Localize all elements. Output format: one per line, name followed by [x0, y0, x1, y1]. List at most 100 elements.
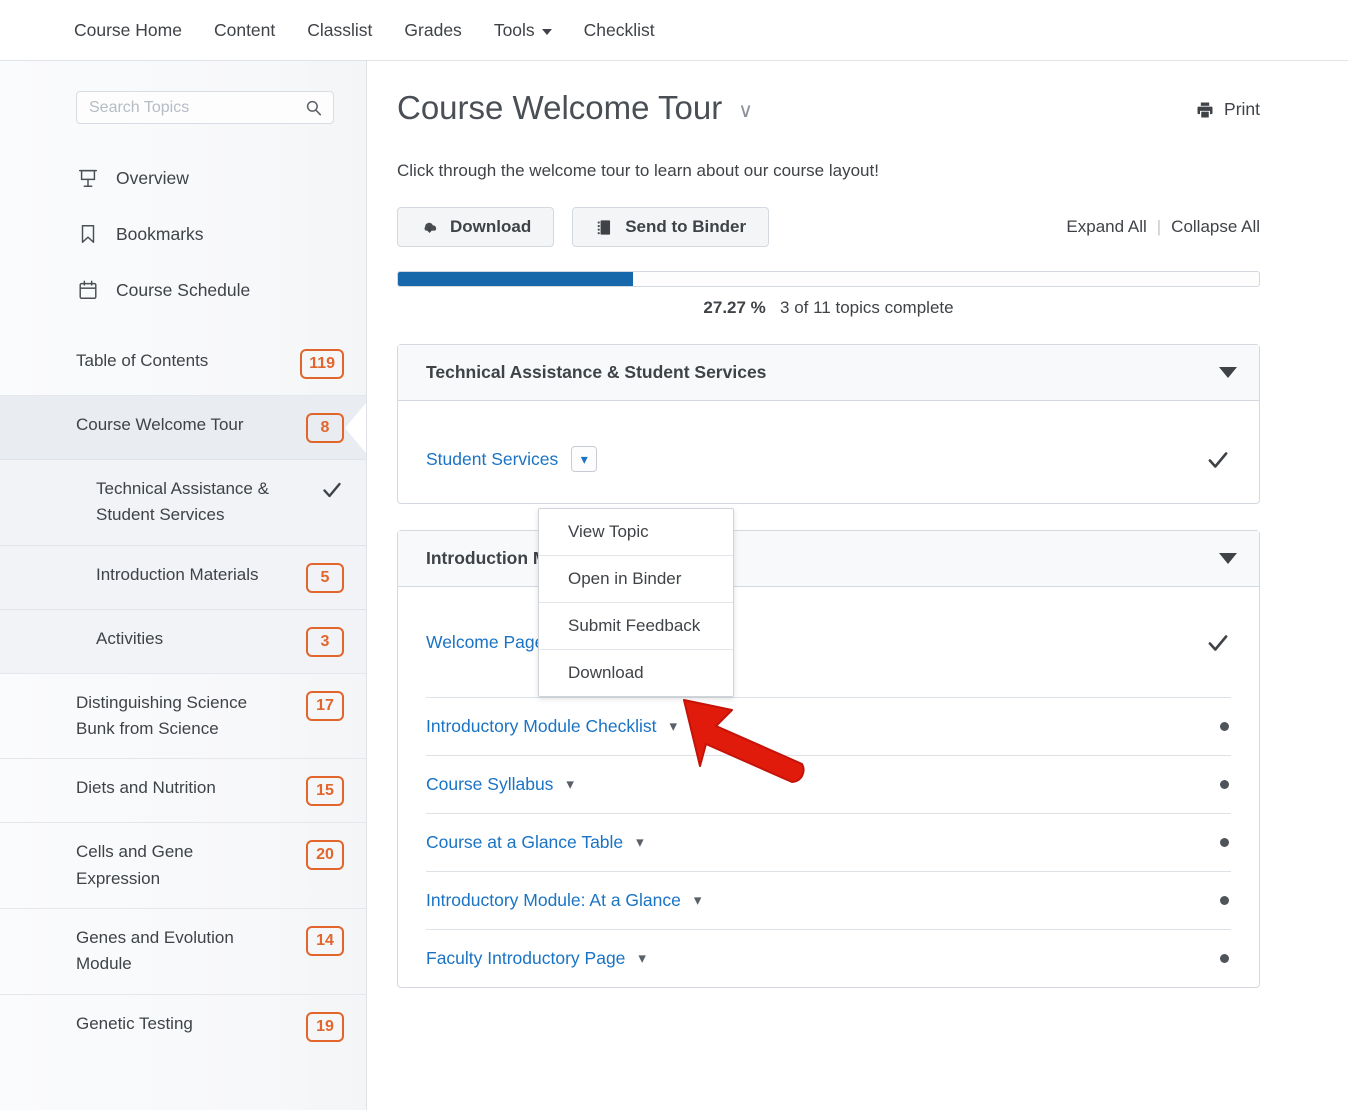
topic-left: Course at a Glance Table ▾ — [426, 832, 644, 853]
calendar-icon — [76, 278, 100, 302]
toc-item-label: Table of Contents — [76, 351, 209, 370]
sidebar-item-bookmarks[interactable]: Bookmarks — [0, 206, 366, 262]
toc-item-badge: 19 — [306, 1011, 344, 1042]
status-dot-icon — [1220, 780, 1229, 789]
toc-item-badge: 20 — [306, 840, 344, 871]
send-to-binder-button-label: Send to Binder — [625, 217, 747, 236]
toc-item-label: Distinguishing Science Bunk from Science — [76, 692, 248, 739]
progress-bar-track — [397, 271, 1260, 287]
toc-item-genes-and-evolution[interactable]: Genes and Evolution Module 14 — [0, 908, 366, 994]
topic-link-course-at-a-glance-table[interactable]: Course at a Glance Table — [426, 832, 623, 853]
toc-subitem-badge: 3 — [306, 626, 344, 657]
chevron-down-icon[interactable]: ▾ — [566, 777, 574, 792]
topic-link-student-services[interactable]: Student Services — [426, 449, 558, 470]
print-button[interactable]: Print — [1195, 99, 1260, 120]
chevron-down-icon[interactable]: ▾ — [694, 893, 702, 908]
nav-item-label: Classlist — [307, 19, 373, 40]
toc-item-table-of-contents[interactable]: Table of Contents 119 — [0, 332, 366, 395]
nav-item-checklist[interactable]: Checklist — [584, 20, 655, 41]
menu-item-view-topic[interactable]: View Topic — [539, 509, 733, 555]
toc-item-label: Genetic Testing — [76, 1013, 193, 1033]
toc-subitem-activities[interactable]: Activities 3 — [0, 608, 366, 673]
sidebar-item-overview[interactable]: Overview — [0, 150, 366, 206]
topic-link-introductory-module-checklist[interactable]: Introductory Module Checklist — [426, 716, 657, 737]
nav-item-grades[interactable]: Grades — [404, 20, 461, 41]
topic-link-faculty-introductory-page[interactable]: Faculty Introductory Page — [426, 948, 625, 969]
print-label: Print — [1224, 99, 1260, 119]
sidebar-item-label: Course Schedule — [116, 279, 251, 300]
toc-subitem-introduction-materials[interactable]: Introduction Materials 5 — [0, 544, 366, 609]
module-header[interactable]: Introduction Materials — [398, 531, 1259, 587]
topic-left: Faculty Introductory Page ▾ — [426, 948, 646, 969]
module-body: Welcome Page ▾ Introductory Module Check… — [398, 587, 1259, 987]
main-content: Course Welcome Tour ∨ Print Click throug… — [367, 61, 1348, 1110]
search-box[interactable] — [76, 91, 334, 124]
table-row: Course at a Glance Table ▾ — [426, 813, 1231, 871]
chevron-down-icon[interactable]: ∨ — [738, 101, 753, 121]
toc-item-cells-and-gene-expression[interactable]: Cells and Gene Expression 20 — [0, 822, 366, 908]
send-to-binder-button[interactable]: Send to Binder — [572, 207, 770, 247]
nav-item-course-home[interactable]: Course Home — [74, 20, 182, 41]
printer-icon — [1197, 102, 1213, 117]
title-row: Course Welcome Tour ∨ Print — [397, 89, 1260, 127]
cloud-download-icon — [424, 222, 437, 233]
sidebar-item-course-schedule[interactable]: Course Schedule — [0, 262, 366, 318]
binder-icon — [597, 219, 611, 235]
module-title: Technical Assistance & Student Services — [426, 362, 767, 382]
download-button-label: Download — [450, 217, 532, 236]
progress-text: 27.27 % 3 of 11 topics complete — [397, 298, 1260, 318]
topic-context-menu: View Topic Open in Binder Submit Feedbac… — [538, 508, 734, 697]
menu-item-open-in-binder[interactable]: Open in Binder — [539, 555, 733, 602]
topic-menu-chevron-button[interactable]: ▾ — [571, 446, 598, 472]
presentation-icon — [76, 166, 100, 190]
collapse-all-link[interactable]: Collapse All — [1171, 217, 1260, 237]
module-header[interactable]: Technical Assistance & Student Services — [398, 345, 1259, 401]
topic-link-introductory-module-at-a-glance[interactable]: Introductory Module: At a Glance — [426, 890, 681, 911]
triangle-down-icon[interactable] — [1219, 367, 1237, 378]
topic-link-welcome-page[interactable]: Welcome Page — [426, 632, 544, 653]
nav-item-label: Tools — [493, 19, 535, 40]
toc-item-genetic-testing[interactable]: Genetic Testing 19 — [0, 993, 366, 1058]
nav-item-content[interactable]: Content — [214, 20, 275, 41]
expand-all-link[interactable]: Expand All — [1066, 217, 1146, 237]
topic-row: Student Services ▾ — [426, 446, 598, 472]
module-technical-assistance: Technical Assistance & Student Services … — [397, 344, 1260, 504]
toc-item-course-welcome-tour[interactable]: Course Welcome Tour 8 — [0, 395, 366, 459]
nav-item-label: Grades — [404, 19, 462, 40]
page-title-text: Course Welcome Tour — [397, 89, 723, 126]
expand-collapse-links: Expand All | Collapse All — [1066, 217, 1260, 237]
nav-item-classlist[interactable]: Classlist — [307, 20, 372, 41]
topic-left: Introductory Module Checklist ▾ — [426, 716, 677, 737]
table-row: Faculty Introductory Page ▾ — [426, 929, 1231, 987]
status-dot-icon — [1220, 838, 1229, 847]
link-separator: | — [1156, 217, 1162, 236]
top-navigation-bar: Course Home Content Classlist Grades Too… — [0, 0, 1348, 61]
sidebar-item-label: Bookmarks — [116, 223, 204, 244]
toc-subitem-technical-assistance[interactable]: Technical Assistance & Student Services — [0, 459, 366, 545]
status-dot-icon — [1220, 954, 1229, 963]
chevron-down-icon[interactable]: ▾ — [638, 951, 646, 966]
menu-item-submit-feedback[interactable]: Submit Feedback — [539, 602, 733, 649]
toc-item-distinguishing-science[interactable]: Distinguishing Science Bunk from Science… — [0, 672, 366, 759]
toc-item-badge: 17 — [306, 690, 344, 721]
toc-item-label: Cells and Gene Expression — [76, 842, 194, 888]
toc-item-label: Genes and Evolution Module — [76, 928, 234, 974]
triangle-down-icon[interactable] — [1219, 553, 1237, 564]
download-button[interactable]: Download — [397, 207, 555, 247]
check-icon — [1208, 452, 1228, 468]
nav-item-label: Content — [213, 19, 276, 40]
sidebar-quick-nav: Overview Bookmarks Course Schedule — [0, 150, 366, 318]
nav-item-label: Checklist — [583, 19, 655, 40]
bookmark-icon — [76, 222, 100, 246]
chevron-down-icon[interactable]: ▾ — [636, 835, 644, 850]
search-input[interactable] — [77, 98, 333, 117]
menu-item-download[interactable]: Download — [539, 649, 733, 696]
toc-subitem-label: Introduction Materials — [96, 564, 259, 584]
check-icon — [323, 482, 341, 498]
nav-item-tools[interactable]: Tools — [494, 20, 552, 41]
chevron-down-icon[interactable]: ▾ — [670, 719, 678, 734]
search-container — [0, 61, 366, 124]
toc-item-diets-and-nutrition[interactable]: Diets and Nutrition 15 — [0, 758, 366, 822]
search-icon — [306, 100, 322, 115]
topic-link-course-syllabus[interactable]: Course Syllabus — [426, 774, 553, 795]
